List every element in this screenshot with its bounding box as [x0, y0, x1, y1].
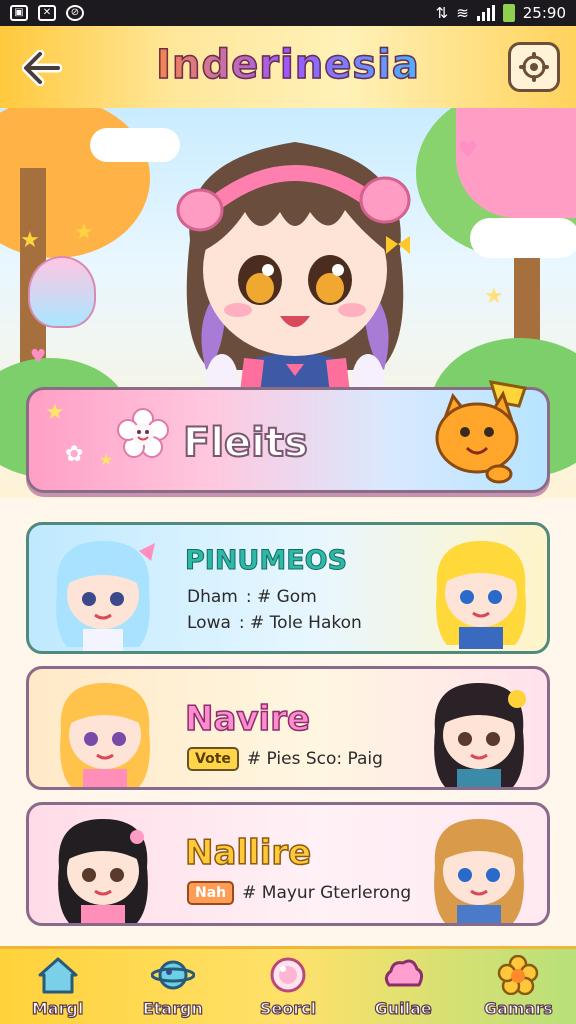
- nav-item-guild[interactable]: Guilae: [353, 955, 453, 1019]
- nav-label: Seorcl: [259, 998, 317, 1018]
- nav-label: Guilae: [374, 998, 432, 1018]
- card-tag: Nah: [187, 881, 235, 905]
- home-icon: [38, 957, 78, 994]
- star-icon: ★: [74, 220, 94, 245]
- blocked-icon: ⊘: [66, 5, 84, 21]
- status-notifications: ▣ ✕ ⊘: [10, 5, 84, 21]
- card-stat-line: Dham : # Gom: [187, 587, 317, 607]
- card-tag: Vote: [187, 747, 239, 771]
- featured-banner[interactable]: ★ ✿ ★ Fleits: [26, 380, 550, 493]
- character-card[interactable]: Nallire Nah # Mayur Gterlerong: [26, 802, 550, 926]
- gallery-icon: ▣: [10, 5, 28, 21]
- data-icon: ⇅: [435, 4, 449, 22]
- smiling-flower-icon: [117, 408, 169, 458]
- character-card[interactable]: Navire Vote # Pies Sco: Paig: [26, 666, 550, 790]
- heart-icon: ♥: [458, 138, 478, 163]
- card-stat-label: Dham: [187, 587, 238, 607]
- planet-icon: [150, 960, 195, 990]
- gear-icon: [519, 52, 549, 82]
- nav-label: Margl: [31, 998, 84, 1018]
- app-title: Inderinesia: [0, 41, 576, 89]
- wifi-icon: ≋: [456, 4, 469, 22]
- heart-icon: ♥: [30, 346, 47, 367]
- settings-button[interactable]: [508, 42, 560, 92]
- nav-label: Etargn: [142, 998, 203, 1018]
- nav-item-search[interactable]: Seorcl: [238, 955, 338, 1019]
- character-avatar: [58, 819, 148, 923]
- orange-cat-mascot: [435, 380, 527, 484]
- card-stat-line: Nah # Mayur Gterlerong: [187, 881, 411, 905]
- pink-foliage: [456, 108, 576, 218]
- card-title: PINUMEOS: [184, 545, 348, 577]
- star-icon: ★: [20, 228, 40, 253]
- nav-item-home[interactable]: Margl: [8, 955, 108, 1019]
- featured-title: Fleits: [182, 419, 309, 467]
- status-time: 25:90: [522, 4, 566, 22]
- orb-icon: [270, 957, 306, 993]
- star-icon: ★: [99, 450, 114, 469]
- character-avatar: [56, 541, 155, 651]
- character-avatar: [434, 819, 524, 923]
- flower-icon: [498, 955, 539, 995]
- star-icon: ★: [484, 284, 504, 309]
- card-stat-line: Lowa : # Tole Hakon: [187, 613, 362, 633]
- character-avatar: [436, 541, 526, 649]
- nav-item-explore[interactable]: Etargn: [123, 955, 223, 1019]
- flower-icon: ✿: [65, 442, 84, 467]
- character-avatar: [60, 683, 150, 787]
- card-stat-line: Vote # Pies Sco: Paig: [187, 747, 383, 771]
- character-card[interactable]: PINUMEOS Dham : # Gom Lowa : # Tole Hako…: [26, 522, 550, 654]
- card-stat-value: : # Gom: [245, 587, 317, 607]
- nav-item-games[interactable]: Gamars: [468, 955, 568, 1019]
- nav-label: Gamars: [483, 998, 553, 1018]
- app-header: Inderinesia: [0, 26, 576, 108]
- floating-mascot: [28, 256, 96, 328]
- card-stat-value: # Mayur Gterlerong: [242, 883, 412, 903]
- card-stat-value: # Pies Sco: Paig: [246, 749, 383, 769]
- card-title: Navire: [184, 698, 311, 740]
- cloud-icon: [385, 959, 424, 987]
- character-avatar: [434, 683, 526, 787]
- battery-icon: [502, 4, 515, 22]
- status-bar: ▣ ✕ ⊘ ⇅ ≋ 25:90: [0, 0, 576, 26]
- card-title: Nallire: [184, 832, 312, 874]
- cloud-decoration: [470, 218, 576, 258]
- signal-icon: [476, 5, 495, 21]
- card-stat-value: : # Tole Hakon: [238, 613, 362, 633]
- card-stat-label: Lowa: [187, 613, 231, 633]
- bottom-nav: Margl Etargn Seorcl Guilae Gamars: [0, 946, 576, 1024]
- star-icon: ★: [45, 400, 65, 425]
- mail-icon: ✕: [38, 5, 56, 21]
